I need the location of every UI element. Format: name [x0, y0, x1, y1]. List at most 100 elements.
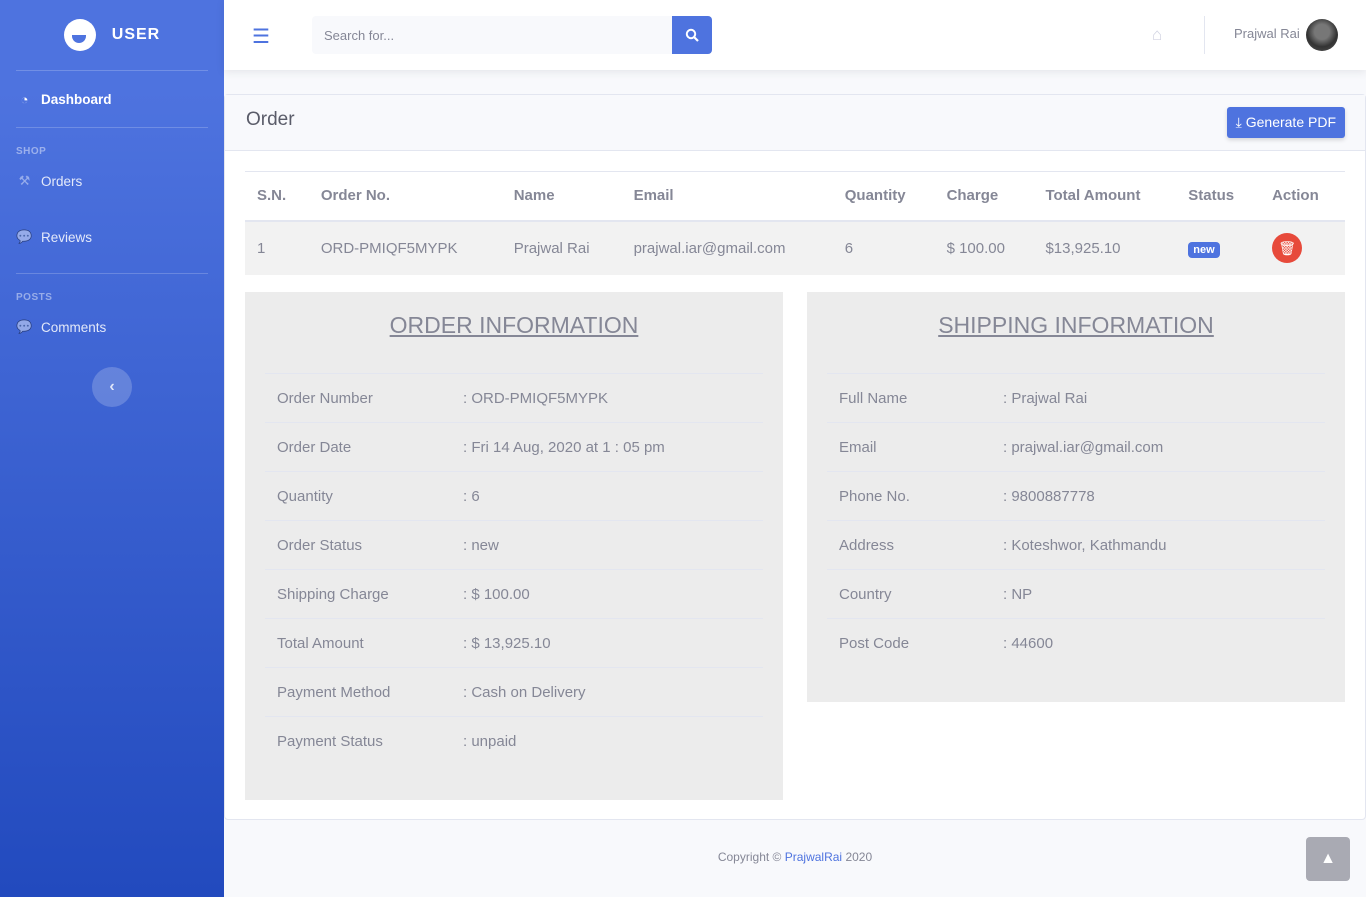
- info-label: Address: [839, 536, 895, 554]
- label: Reviews: [41, 229, 93, 245]
- table-row: 1 ORD-PMIQF5MYPK Prajwal Rai prajwal.iar…: [245, 220, 1345, 275]
- sidebar-item-orders[interactable]: ⚒ Orders: [0, 161, 224, 201]
- info-value: : $ 100.00: [463, 585, 530, 603]
- info-value: : 9800887778: [1003, 487, 1095, 505]
- chevron-left-icon: ‹: [109, 378, 115, 395]
- sidebar-heading-shop: SHOP: [16, 146, 47, 157]
- info-row: Phone No. : 9800887778: [827, 471, 1325, 520]
- trash-icon: 🗑: [1278, 239, 1296, 256]
- info-row: Full Name : Prajwal Rai: [827, 373, 1325, 422]
- info-label: Post Code: [839, 634, 910, 652]
- order-information: ORDER INFORMATION Order Number: ORD-PMIQ…: [245, 292, 783, 800]
- cell-email: prajwal.iar@gmail.com: [621, 220, 833, 275]
- info-row: Order Date : Fri 14 Aug, 2020 at 1 : 05 p…: [265, 422, 763, 471]
- page-title: Order: [246, 109, 295, 130]
- info-row: Address : Koteshwor, Kathmandu: [827, 520, 1325, 569]
- comments-icon: 💬: [16, 229, 33, 244]
- brand-text: USER: [111, 26, 161, 43]
- brand[interactable]: USER: [0, 0, 224, 70]
- shipping-info-title: SHIPPING INFORMATION: [938, 312, 1214, 338]
- info-row: Order Status : new: [265, 520, 763, 569]
- info-value: : $ 13,925.10: [463, 634, 551, 652]
- col-total: Total Amount: [1033, 171, 1177, 222]
- info-value: : Prajwal Rai: [1003, 389, 1088, 407]
- cell-order-no: ORD-PMIQF5MYPK: [308, 220, 502, 275]
- cell-name: Prajwal Rai: [501, 220, 622, 275]
- comments-icon: 💬: [16, 319, 33, 334]
- sidebar-item-comments[interactable]: 💬 Comments: [0, 307, 224, 347]
- avatar[interactable]: [1306, 19, 1338, 51]
- info-label: Country: [839, 585, 892, 603]
- info-label: Total Amount: [277, 634, 364, 652]
- cell-charge: $ 100.00: [934, 220, 1034, 275]
- search-icon: [685, 28, 699, 42]
- col-quantity: Quantity: [832, 171, 935, 222]
- cell-quantity: 6: [832, 220, 935, 275]
- card-header: Order ⤓ Generate PDF: [225, 95, 1365, 151]
- info-value: : Fri 14 Aug, 2020 at 1 : 05 pm: [463, 438, 665, 456]
- info-value: : Cash on Delivery: [463, 683, 586, 701]
- col-action: Action: [1260, 171, 1345, 222]
- label: Generate PDF: [1245, 114, 1336, 130]
- order-info-title: ORDER INFORMATION: [389, 312, 639, 338]
- delete-button[interactable]: 🗑: [1272, 233, 1303, 263]
- generate-pdf-button[interactable]: ⤓ Generate PDF: [1226, 107, 1345, 138]
- footer: Copyright © PrajwalRai 2020: [224, 850, 1366, 864]
- info-label: Full Name: [839, 389, 908, 407]
- sidebar-heading-posts: POSTS: [16, 292, 53, 303]
- col-sn: S.N.: [245, 171, 309, 222]
- sidebar: USER ◔ Dashboard SHOP ⚒ Orders 💬 Reviews PO…: [0, 0, 224, 897]
- user-name[interactable]: Prajwal Rai: [1234, 26, 1300, 41]
- cell-status: new: [1176, 220, 1261, 275]
- topbar: ☰ ⌂ Prajwal Rai: [224, 0, 1366, 70]
- copyright-year: 2020: [845, 850, 873, 864]
- author-link[interactable]: PrajwalRai: [785, 850, 842, 864]
- info-value: : 6: [463, 487, 480, 505]
- col-status: Status: [1176, 171, 1261, 222]
- table-header: S.N. Order No. Name Email Quantity Charg…: [245, 171, 1345, 222]
- order-card: Order ⤓ Generate PDF S.N. Order No. Name…: [224, 94, 1366, 820]
- col-email: Email: [621, 171, 833, 222]
- info-value: : new: [463, 536, 499, 554]
- orders-table: S.N. Order No. Name Email Quantity Charg…: [245, 171, 1345, 275]
- info-row: Payment Method : Cash on Delivery: [265, 667, 763, 716]
- col-order-no: Order No.: [308, 171, 502, 222]
- label: Comments: [41, 319, 107, 335]
- sidebar-toggle-button[interactable]: ‹: [92, 367, 132, 407]
- menu-icon[interactable]: ☰: [252, 24, 270, 49]
- info-row: Order Number: ORD-PMIQF5MYPK: [265, 373, 763, 422]
- home-icon[interactable]: ⌂: [1152, 25, 1162, 45]
- info-label: Phone No.: [839, 487, 910, 505]
- info-label: Quantity: [277, 487, 333, 505]
- cell-action: 🗑: [1260, 220, 1345, 275]
- cell-total: $13,925.10: [1033, 220, 1177, 275]
- search-button[interactable]: [672, 16, 712, 54]
- info-row: Payment Status: unpaid: [265, 716, 763, 765]
- col-name: Name: [501, 171, 622, 222]
- info-row: Post Code: 44600: [827, 618, 1325, 667]
- info-label: Shipping Charge: [277, 585, 389, 603]
- info-row: Country: NP: [827, 569, 1325, 618]
- search-input[interactable]: [312, 16, 672, 54]
- info-label: Payment Status: [277, 732, 383, 750]
- cell-sn: 1: [245, 220, 309, 275]
- divider: [1204, 16, 1205, 54]
- info-label: Payment Method: [277, 683, 391, 701]
- info-row: Email: prajwal.iar@gmail.com: [827, 422, 1325, 471]
- status-badge: new: [1188, 241, 1220, 258]
- sidebar-item-reviews[interactable]: 💬 Reviews: [0, 201, 224, 273]
- info-row: Total Amount : $ 13,925.10: [265, 618, 763, 667]
- label: Dashboard: [41, 91, 112, 107]
- sidebar-item-dashboard[interactable]: ◔ Dashboard: [0, 71, 224, 127]
- shipping-information: SHIPPING INFORMATION Full Name : Prajwal …: [807, 292, 1345, 702]
- col-charge: Charge: [934, 171, 1034, 222]
- info-row: Quantity : 6: [265, 471, 763, 520]
- info-label: Order Date: [277, 438, 352, 456]
- copyright-text: Copyright ©: [717, 850, 782, 864]
- download-icon: ⤓: [1235, 114, 1242, 130]
- laugh-wink-icon: [63, 19, 96, 51]
- info-row: Shipping Charge : $ 100.00: [265, 569, 763, 618]
- scroll-to-top-button[interactable]: ▲: [1306, 837, 1350, 881]
- info-value: : Koteshwor, Kathmandu: [1003, 536, 1167, 554]
- info-label: Order Status: [277, 536, 363, 554]
